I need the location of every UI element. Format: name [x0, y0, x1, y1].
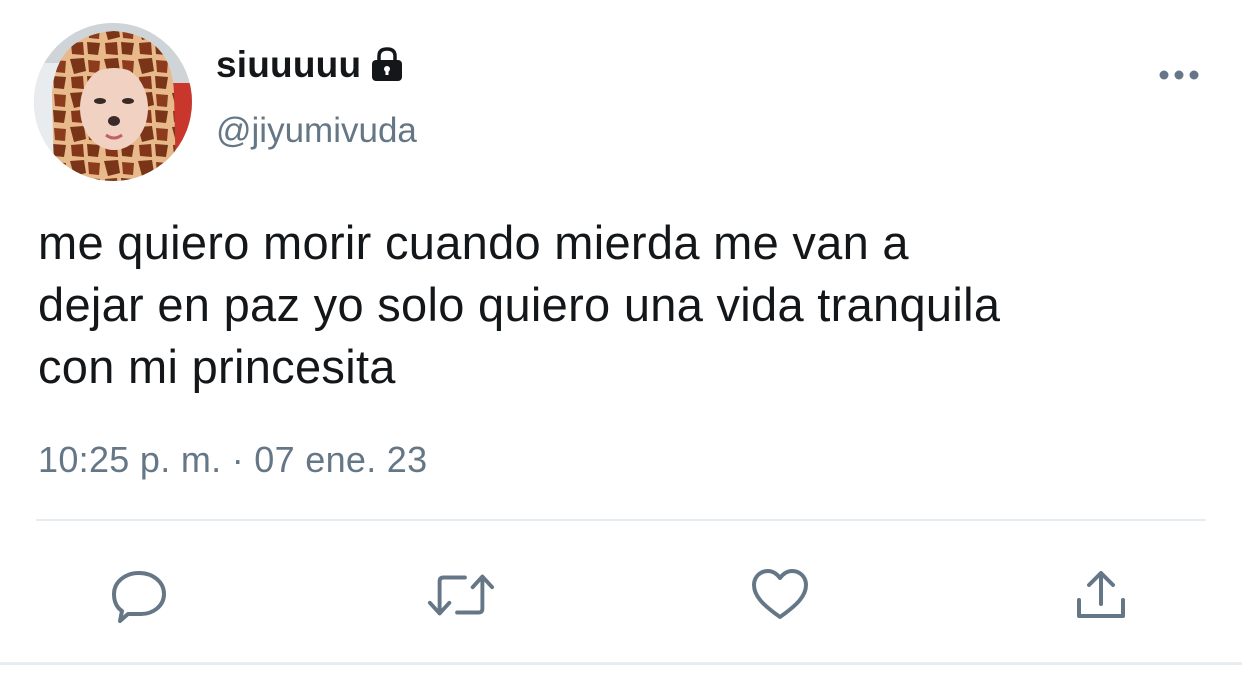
avatar[interactable]: [34, 23, 192, 181]
tweet-timestamp[interactable]: 10:25 p. m. · 07 ene. 23: [38, 436, 427, 484]
reply-button[interactable]: [104, 560, 174, 630]
bottom-divider: [0, 662, 1242, 665]
lock-icon: [369, 46, 405, 84]
user-handle[interactable]: @jiyumivuda: [216, 108, 417, 154]
heart-icon: [752, 569, 808, 619]
divider: [36, 519, 1206, 521]
tweet-text: me quiero morir cuando mierda me van a d…: [38, 216, 1001, 393]
more-options-button[interactable]: [1156, 60, 1202, 90]
more-dots-icon: [1159, 70, 1199, 80]
display-name-text: siuuuuu: [216, 44, 362, 85]
retweet-button[interactable]: [426, 560, 496, 630]
reply-icon: [112, 571, 166, 623]
share-icon: [1077, 571, 1125, 618]
retweet-icon: [427, 574, 495, 616]
like-button[interactable]: [745, 560, 815, 630]
avatar-image: [34, 23, 192, 181]
display-name[interactable]: siuuuuu: [216, 41, 405, 89]
share-button[interactable]: [1066, 560, 1136, 630]
